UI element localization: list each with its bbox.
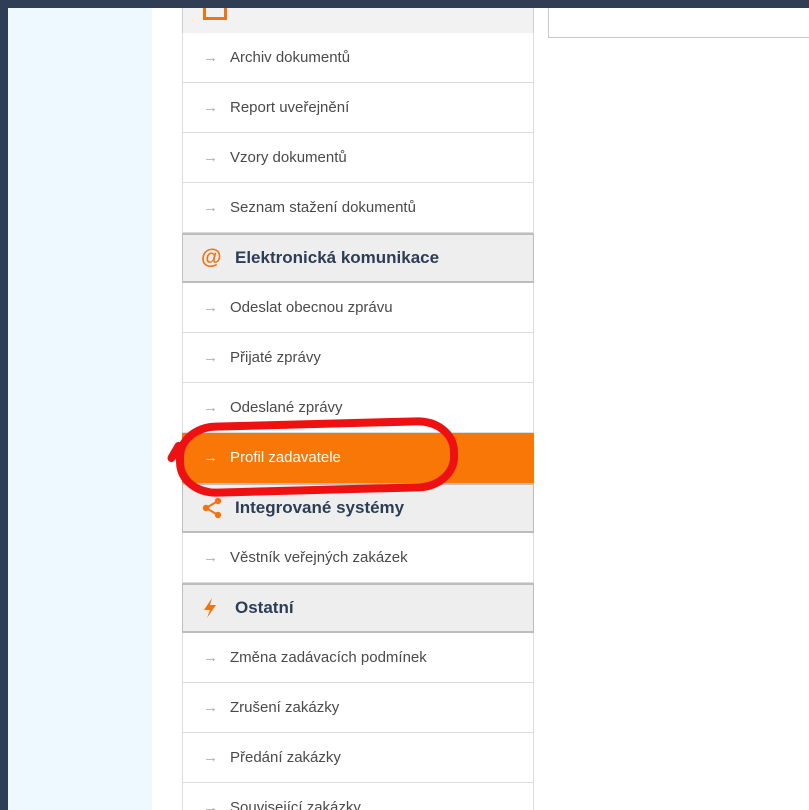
arrow-right-icon: → — [203, 49, 218, 66]
sidebar-item-souvisejici-zakazky[interactable]: → Související zakázky — [182, 783, 534, 810]
sidebar-item-prijate-zpravy[interactable]: → Přijaté zprávy — [182, 333, 534, 383]
sidebar-item-label: Zrušení zakázky — [230, 699, 340, 716]
at-sign-icon: @ — [201, 246, 222, 269]
sidebar-item-predani-zakazky[interactable]: → Předání zakázky — [182, 733, 534, 783]
sidebar-item-report-uverejneni[interactable]: → Report uveřejnění — [182, 83, 534, 133]
sidebar-item-label: Report uveřejnění — [230, 99, 350, 116]
arrow-right-icon: → — [203, 99, 218, 116]
sidebar-item-vzory-dokumentu[interactable]: → Vzory dokumentů — [182, 133, 534, 183]
sidebar-item-archiv-dokumentu[interactable]: → Archiv dokumentů — [182, 33, 534, 83]
sidebar-section-partial — [182, 8, 534, 33]
sidebar-item-label: Předání zakázky — [230, 749, 341, 766]
lightning-icon — [201, 597, 227, 619]
folder-icon — [203, 8, 227, 20]
arrow-right-icon: → — [203, 449, 218, 466]
arrow-right-icon: → — [203, 649, 218, 666]
left-background-strip — [8, 8, 152, 810]
sidebar-item-label: Odeslat obecnou zprávu — [230, 299, 393, 316]
sidebar-item-label: Seznam stažení dokumentů — [230, 199, 416, 216]
arrow-right-icon: → — [203, 399, 218, 416]
arrow-right-icon: → — [203, 749, 218, 766]
section-title: Ostatní — [235, 598, 294, 617]
sidebar-item-label: Odeslané zprávy — [230, 399, 343, 416]
sidebar-item-odeslat-obecnou-zpravu[interactable]: → Odeslat obecnou zprávu — [182, 283, 534, 333]
arrow-right-icon: → — [203, 549, 218, 566]
arrow-right-icon: → — [203, 699, 218, 716]
sidebar-item-profil-zadavatele[interactable]: → Profil zadavatele — [182, 433, 534, 483]
content-panel — [548, 8, 809, 38]
window-frame: → Archiv dokumentů → Report uveřejnění →… — [8, 8, 809, 810]
sidebar-item-vestnik-verejnych-zakazek[interactable]: → Věstník veřejných zakázek — [182, 533, 534, 583]
arrow-right-icon: → — [203, 299, 218, 316]
arrow-right-icon: → — [203, 349, 218, 366]
sidebar-item-seznam-stazeni[interactable]: → Seznam stažení dokumentů — [182, 183, 534, 233]
share-icon — [201, 497, 227, 519]
sidebar-item-label: Profil zadavatele — [230, 449, 341, 466]
sidebar-item-label: Archiv dokumentů — [230, 49, 351, 66]
sidebar-item-zmena-zadavacich-podminek[interactable]: → Změna zadávacích podmínek — [182, 633, 534, 683]
sidebar-item-odeslane-zpravy[interactable]: → Odeslané zprávy — [182, 383, 534, 433]
arrow-right-icon: → — [203, 799, 218, 810]
sidebar-item-label: Věstník veřejných zakázek — [230, 549, 408, 566]
sidebar-item-label: Související zakázky — [230, 799, 361, 810]
section-title: Elektronická komunikace — [235, 248, 440, 267]
arrow-right-icon: → — [203, 199, 218, 216]
section-ostatni: Ostatní — [182, 583, 534, 633]
sidebar-item-label: Přijaté zprávy — [230, 349, 321, 366]
arrow-right-icon: → — [203, 149, 218, 166]
sidebar-item-label: Změna zadávacích podmínek — [230, 649, 427, 666]
section-elektronicka-komunikace: @ Elektronická komunikace — [182, 233, 534, 283]
sidebar-item-label: Vzory dokumentů — [230, 149, 347, 166]
sidebar-menu: → Archiv dokumentů → Report uveřejnění →… — [182, 8, 534, 810]
section-title: Integrované systémy — [235, 498, 405, 517]
sidebar-item-zruseni-zakazky[interactable]: → Zrušení zakázky — [182, 683, 534, 733]
section-integrovane-systemy: Integrované systémy — [182, 483, 534, 533]
